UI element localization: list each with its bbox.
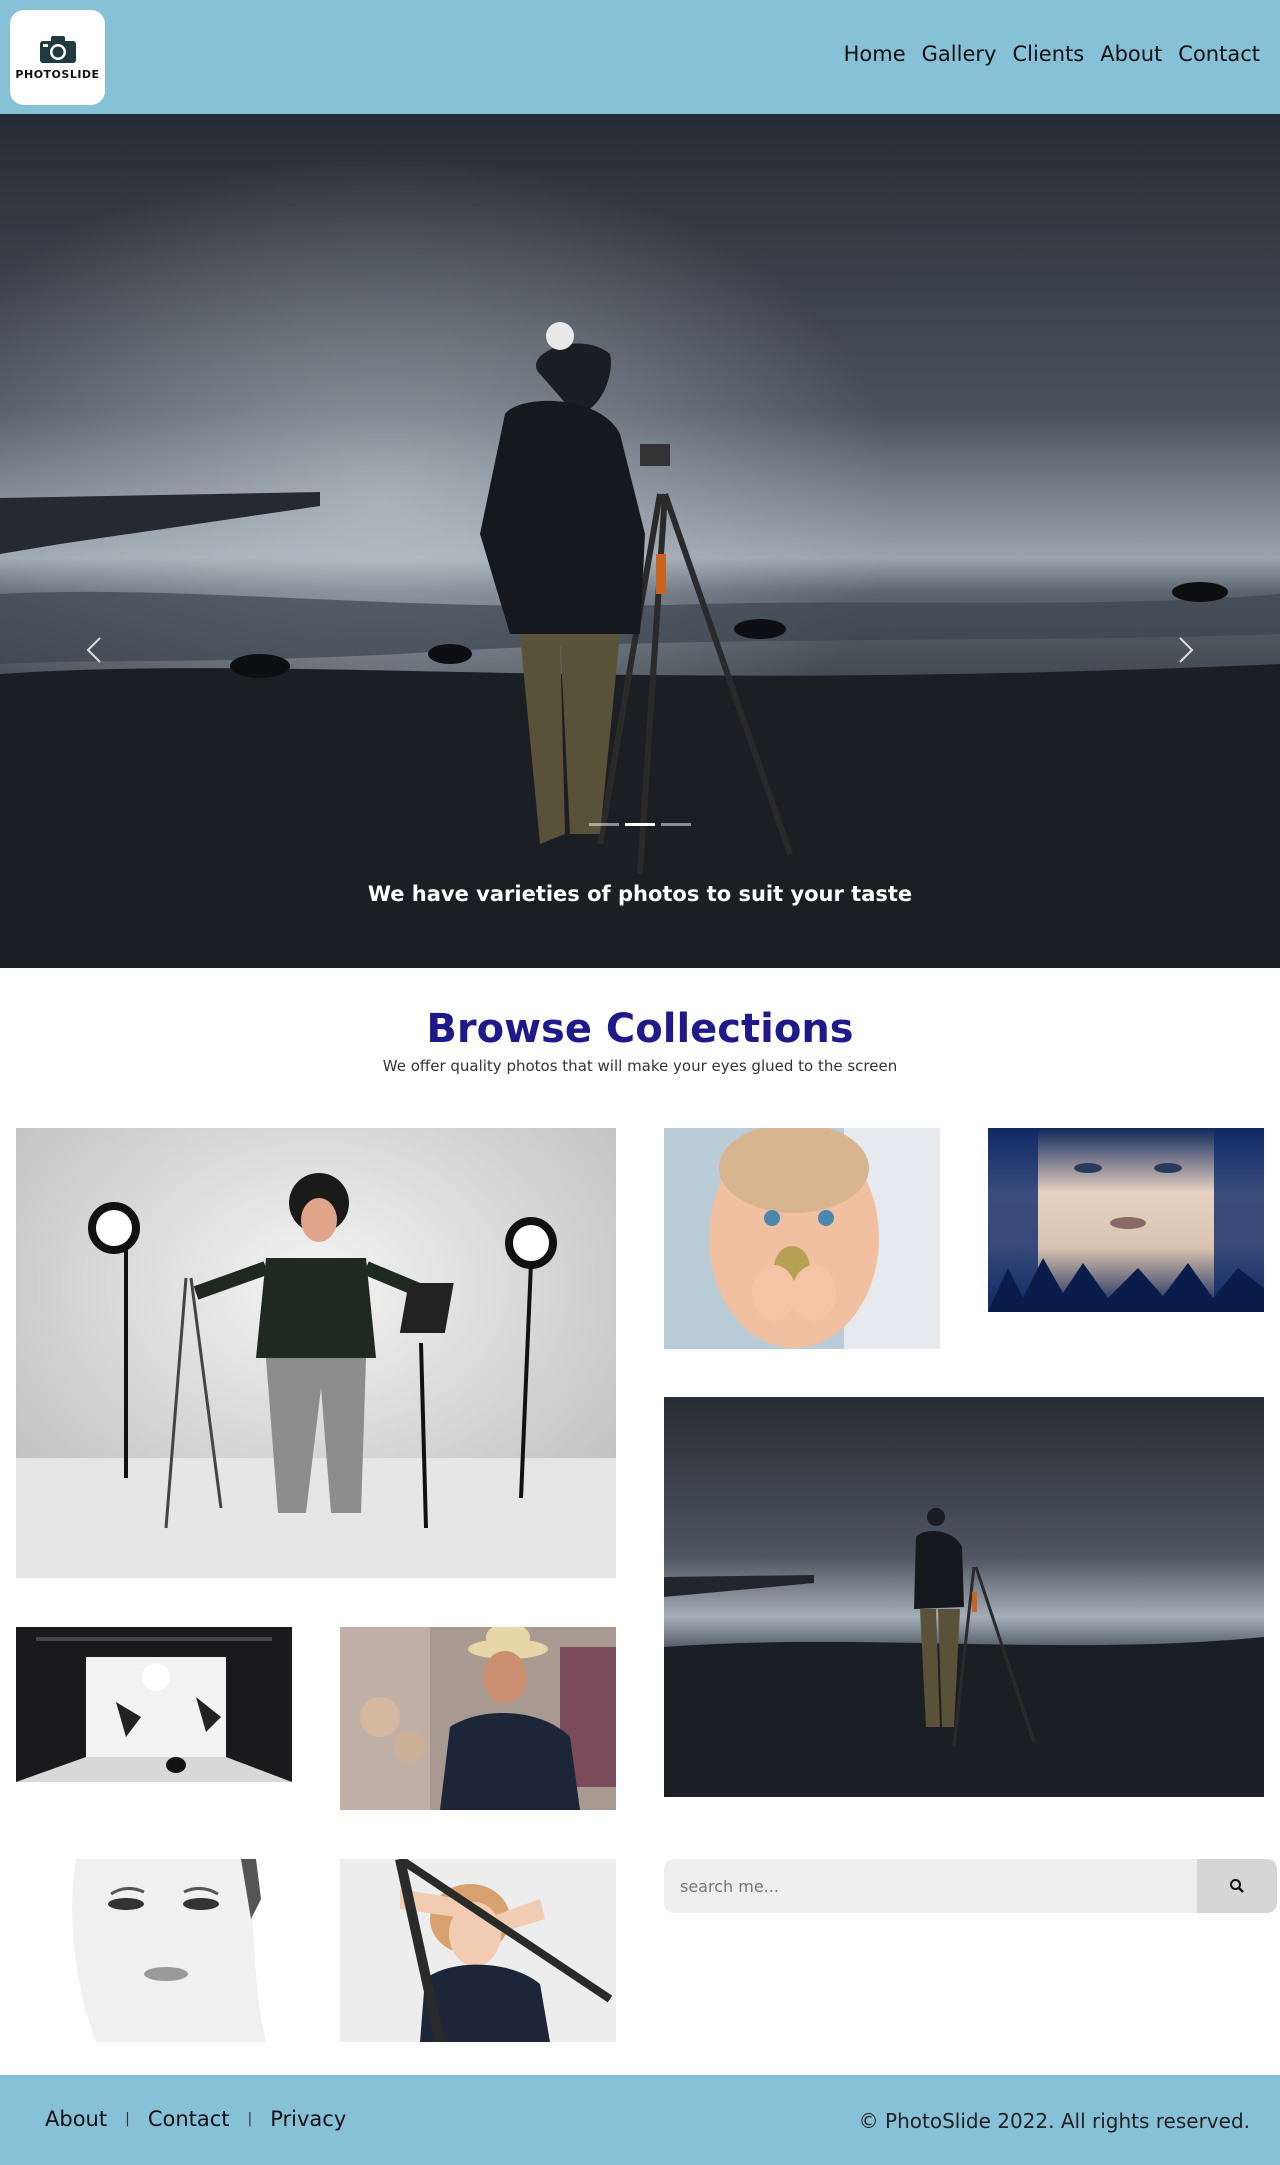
main-nav: Home Gallery Clients About Contact [844, 42, 1260, 66]
footer-links: About | Contact | Privacy [45, 2107, 346, 2131]
carousel-prev-icon[interactable] [76, 630, 116, 670]
man-hat-photo [340, 1627, 616, 1810]
gallery-image-baby[interactable] [664, 1128, 940, 1349]
footer-link-about[interactable]: About [45, 2107, 107, 2131]
face-blue-photo [988, 1128, 1264, 1312]
nav-gallery[interactable]: Gallery [922, 42, 997, 66]
nav-clients[interactable]: Clients [1012, 42, 1084, 66]
carousel-next-icon[interactable] [1164, 630, 1204, 670]
gallery-image-woman-tripod[interactable] [340, 1859, 616, 2042]
beach-photographer-photo [664, 1397, 1264, 1797]
gallery-image-studio-room[interactable] [16, 1627, 292, 1782]
gallery-image-bw-face[interactable] [16, 1859, 292, 2042]
carousel-indicators [589, 823, 691, 826]
section-title: Browse Collections [426, 1006, 854, 1052]
gallery-image-studio[interactable] [16, 1128, 616, 1578]
nav-home[interactable]: Home [844, 42, 906, 66]
footer-separator: | [125, 2111, 130, 2127]
carousel-indicator-1[interactable] [589, 823, 619, 826]
hero-carousel: We have varieties of photos to suit your… [0, 114, 1280, 968]
site-footer: About | Contact | Privacy © PhotoSlide 2… [0, 2075, 1280, 2165]
studio-room-photo [16, 1627, 292, 1782]
logo-text: PHOTOSLIDE [15, 68, 100, 81]
baby-photo [664, 1128, 940, 1349]
copyright-text: © PhotoSlide 2022. All rights reserved. [858, 2109, 1250, 2133]
logo[interactable]: PHOTOSLIDE [10, 10, 105, 105]
camera-icon [39, 36, 76, 63]
studio-photo [16, 1128, 616, 1578]
woman-tripod-photo [340, 1859, 616, 2042]
search-bar [664, 1859, 1277, 1913]
hero-caption: We have varieties of photos to suit your… [367, 882, 913, 906]
search-icon [1230, 1879, 1244, 1893]
site-header: PHOTOSLIDE Home Gallery Clients About Co… [0, 0, 1280, 114]
hero-image [0, 114, 1280, 968]
nav-about[interactable]: About [1100, 42, 1162, 66]
carousel-indicator-2[interactable] [625, 823, 655, 826]
bw-face-photo [16, 1859, 292, 2042]
footer-link-privacy[interactable]: Privacy [270, 2107, 346, 2131]
nav-contact[interactable]: Contact [1178, 42, 1260, 66]
section-subtitle: We offer quality photos that will make y… [382, 1057, 898, 1075]
search-input[interactable] [664, 1859, 1197, 1913]
footer-link-contact[interactable]: Contact [148, 2107, 230, 2131]
search-button[interactable] [1197, 1859, 1277, 1913]
carousel-indicator-3[interactable] [661, 823, 691, 826]
gallery-image-man-hat[interactable] [340, 1627, 616, 1810]
gallery-image-face-blue[interactable] [988, 1128, 1264, 1312]
gallery-image-beach-photographer[interactable] [664, 1397, 1264, 1797]
footer-separator: | [247, 2111, 253, 2127]
